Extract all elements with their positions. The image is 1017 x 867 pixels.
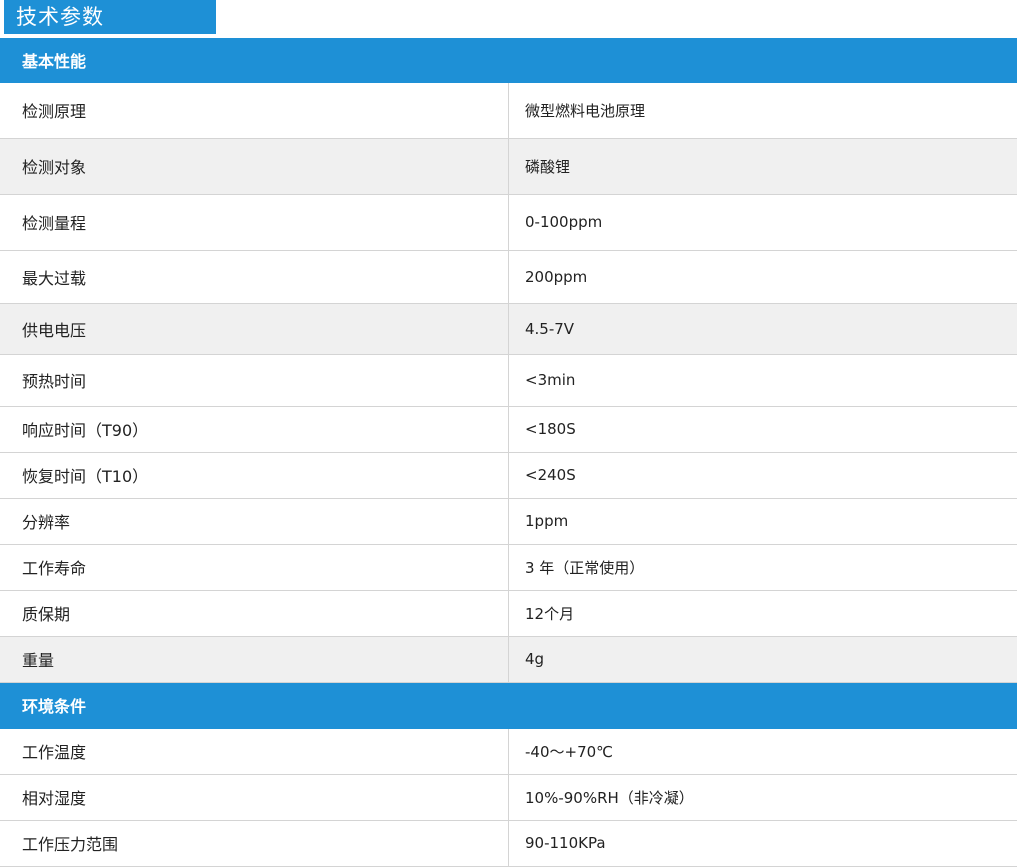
row-label: 检测量程 [0, 194, 509, 250]
row-label: 相对湿度 [0, 774, 509, 820]
row-value: 90-110KPa [509, 820, 1017, 866]
row-label: 响应时间（T90） [0, 406, 509, 452]
section-heading: 环境条件 [0, 682, 1017, 728]
row-value: 200ppm [509, 250, 1017, 303]
row-value: 磷酸锂 [509, 138, 1017, 194]
table-row: 质保期 12个月 [0, 590, 1017, 636]
page-title: 技术参数 [4, 0, 216, 34]
row-label: 恢复时间（T10） [0, 452, 509, 498]
table-row: 工作寿命 3 年（正常使用） [0, 544, 1017, 590]
row-value: 微型燃料电池原理 [509, 82, 1017, 138]
row-value: -40～+70℃ [509, 728, 1017, 774]
row-value: <180S [509, 406, 1017, 452]
table-row: 重量 4g [0, 636, 1017, 682]
row-label: 工作压力范围 [0, 820, 509, 866]
table-row: 相对湿度 10%-90%RH（非冷凝） [0, 774, 1017, 820]
row-value: 4.5-7V [509, 303, 1017, 354]
row-value: 10%-90%RH（非冷凝） [509, 774, 1017, 820]
row-label: 检测对象 [0, 138, 509, 194]
section-header-basic-performance: 基本性能 [0, 38, 1017, 82]
row-label: 工作温度 [0, 728, 509, 774]
row-value: 4g [509, 636, 1017, 682]
row-label: 质保期 [0, 590, 509, 636]
row-value: 0-100ppm [509, 194, 1017, 250]
section-heading: 基本性能 [0, 38, 1017, 82]
row-label: 检测原理 [0, 82, 509, 138]
table-row: 检测原理 微型燃料电池原理 [0, 82, 1017, 138]
row-label: 重量 [0, 636, 509, 682]
row-label: 供电电压 [0, 303, 509, 354]
table-row: 检测量程 0-100ppm [0, 194, 1017, 250]
table-row: 工作压力范围 90-110KPa [0, 820, 1017, 866]
row-label: 分辨率 [0, 498, 509, 544]
row-label: 工作寿命 [0, 544, 509, 590]
table-row: 检测对象 磷酸锂 [0, 138, 1017, 194]
table-row: 恢复时间（T10） <240S [0, 452, 1017, 498]
table-row: 响应时间（T90） <180S [0, 406, 1017, 452]
table-row: 供电电压 4.5-7V [0, 303, 1017, 354]
row-value: 12个月 [509, 590, 1017, 636]
section-header-environment: 环境条件 [0, 682, 1017, 728]
table-row: 最大过载 200ppm [0, 250, 1017, 303]
row-value: <240S [509, 452, 1017, 498]
row-label: 预热时间 [0, 354, 509, 406]
table-row: 分辨率 1ppm [0, 498, 1017, 544]
spec-table: 基本性能 检测原理 微型燃料电池原理 检测对象 磷酸锂 检测量程 0-100pp… [0, 38, 1017, 867]
row-value: 1ppm [509, 498, 1017, 544]
row-label: 最大过载 [0, 250, 509, 303]
table-row: 工作温度 -40～+70℃ [0, 728, 1017, 774]
table-row: 预热时间 <3min [0, 354, 1017, 406]
row-value: 3 年（正常使用） [509, 544, 1017, 590]
row-value: <3min [509, 354, 1017, 406]
